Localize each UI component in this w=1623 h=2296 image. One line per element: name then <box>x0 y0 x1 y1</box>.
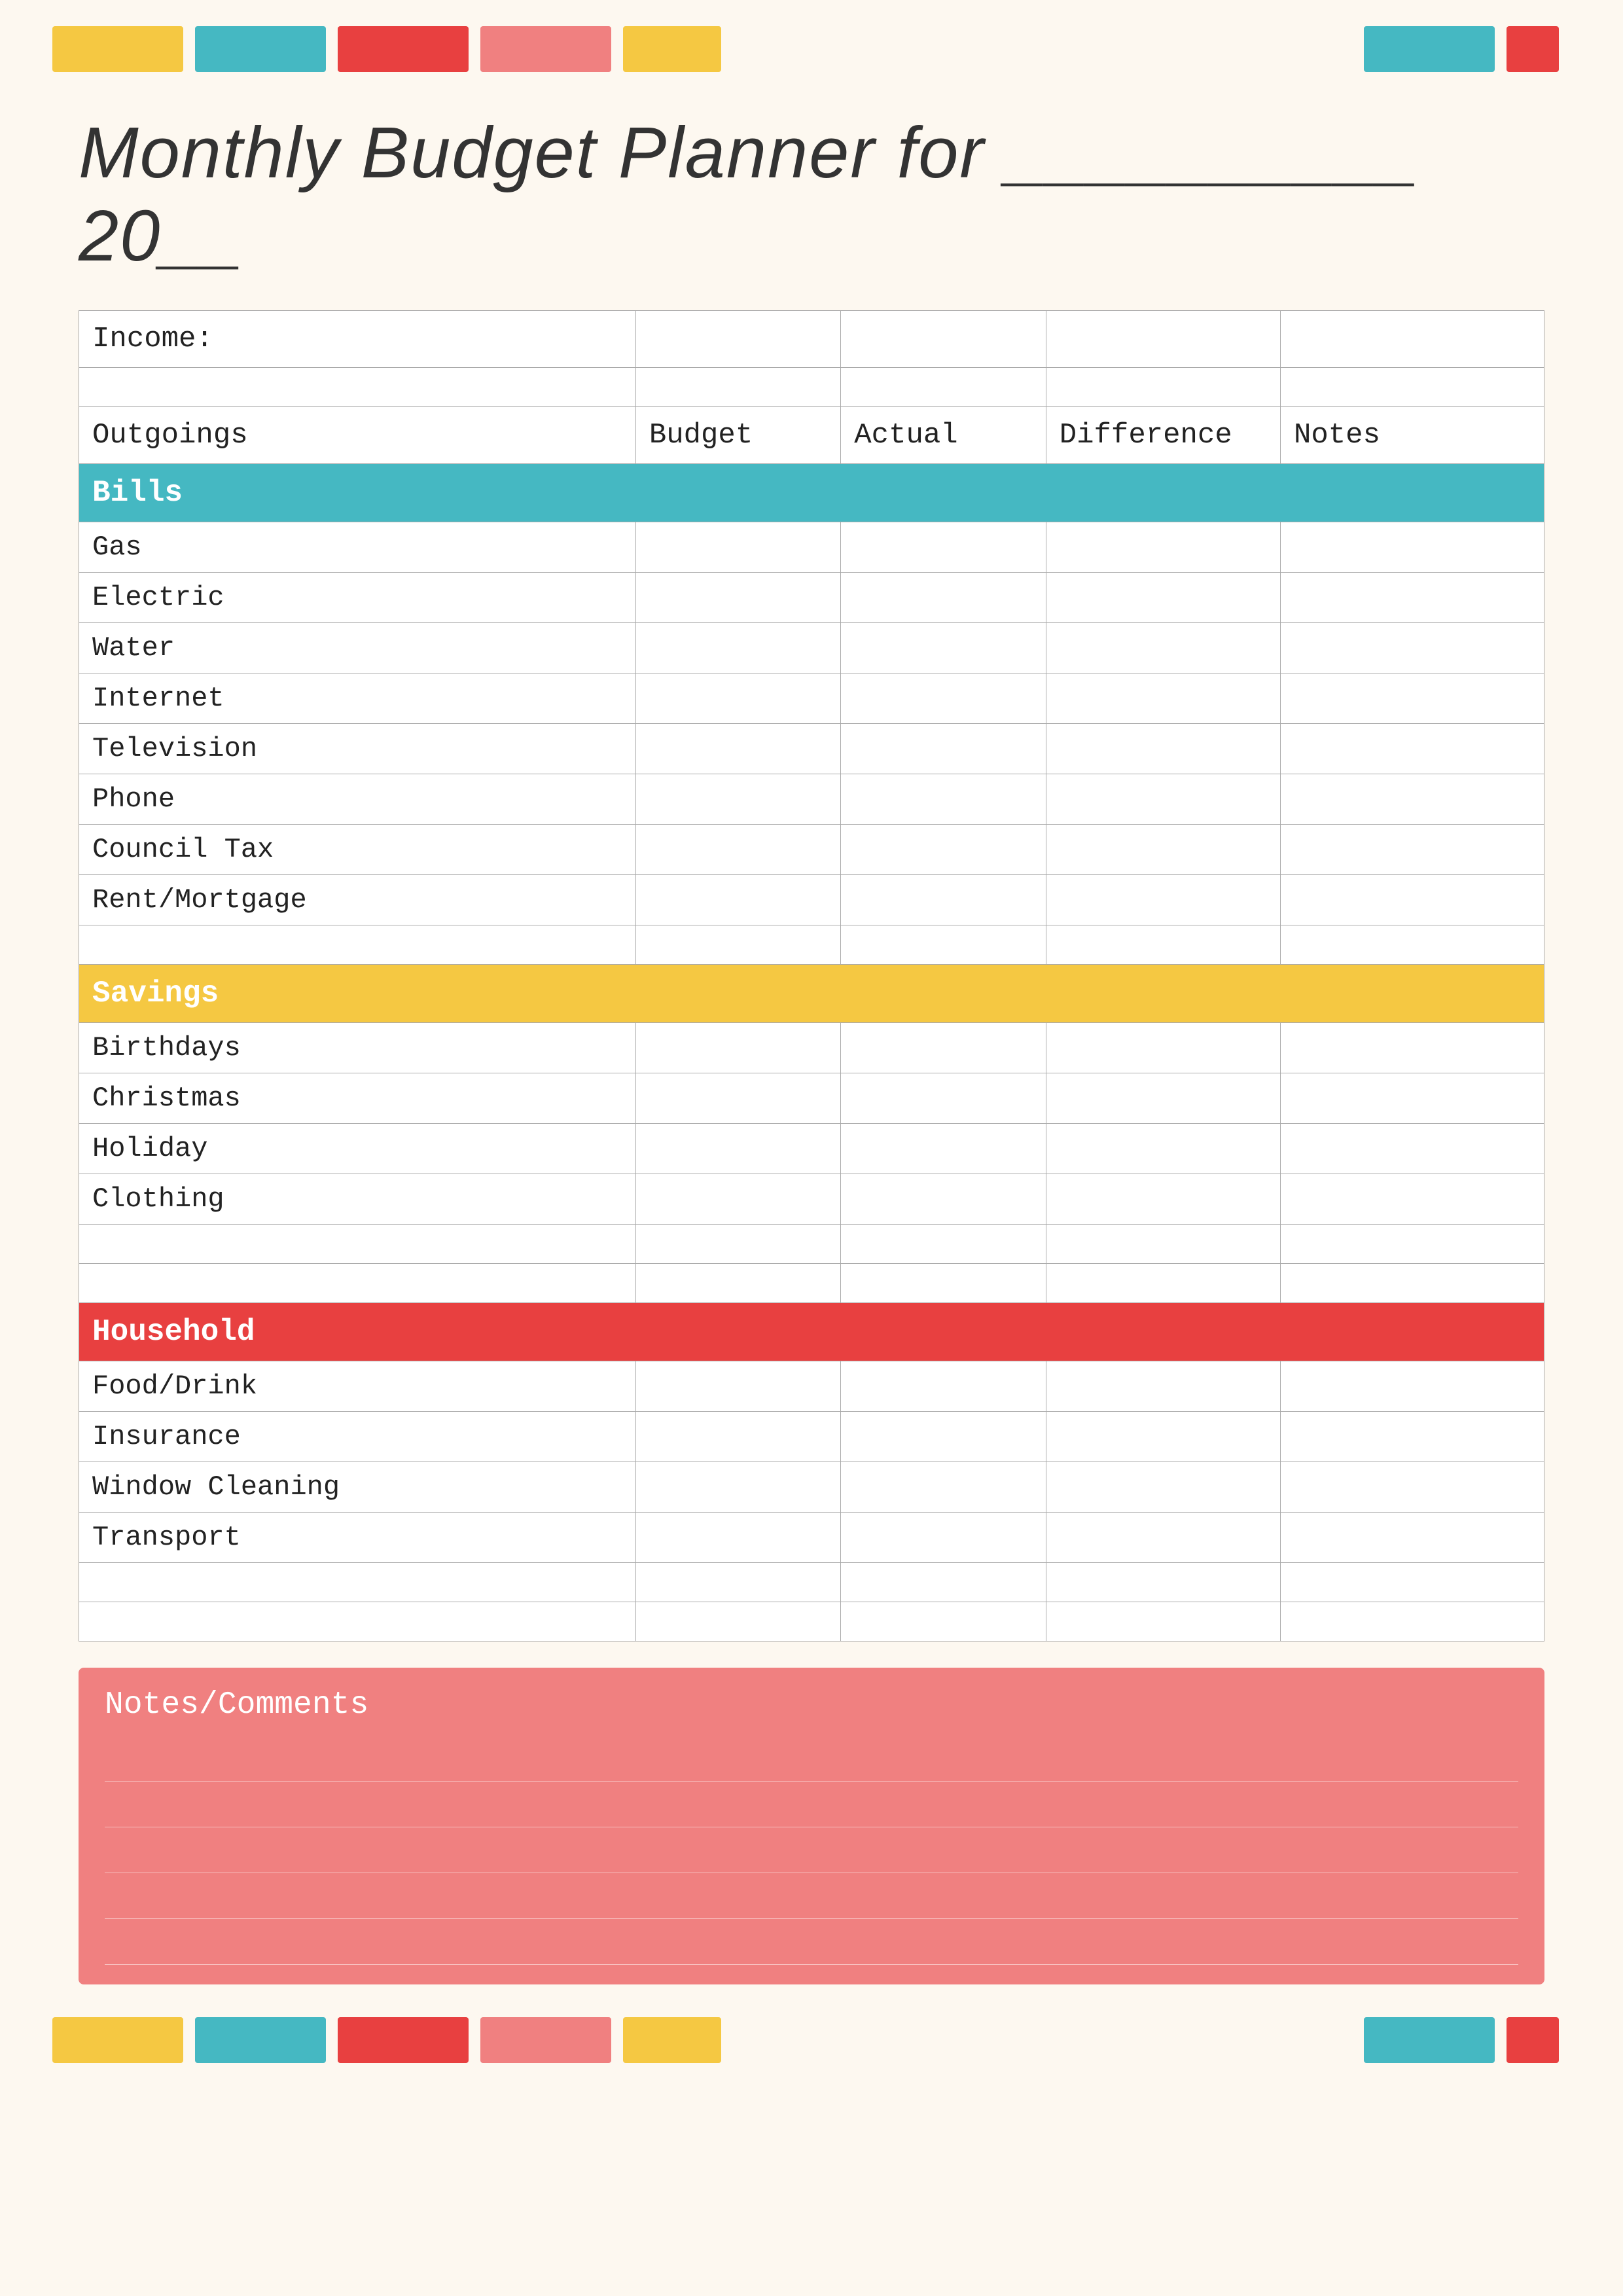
bottom-bar-yellow <box>52 2017 183 2063</box>
category-bills: Bills <box>79 464 1544 522</box>
col-outgoings: Outgoings <box>79 407 636 464</box>
row-clothing: Clothing <box>79 1174 1544 1225</box>
gas-actual <box>841 522 1046 573</box>
notes-line-4 <box>105 1873 1518 1919</box>
blank-row-5 <box>79 1563 1544 1602</box>
col-difference: Difference <box>1046 407 1280 464</box>
income-label: Income: <box>79 311 636 368</box>
blank-row-3 <box>79 1225 1544 1264</box>
row-electric: Electric <box>79 573 1544 623</box>
savings-label: Savings <box>79 965 1544 1023</box>
label-internet: Internet <box>79 673 636 724</box>
col-actual: Actual <box>841 407 1046 464</box>
income-actual <box>841 311 1046 368</box>
label-television: Television <box>79 724 636 774</box>
row-television: Television <box>79 724 1544 774</box>
label-rent-mortgage: Rent/Mortgage <box>79 875 636 925</box>
gas-notes <box>1280 522 1544 573</box>
row-transport: Transport <box>79 1513 1544 1563</box>
top-bar-red <box>338 26 469 72</box>
top-decorative-bars <box>0 0 1623 72</box>
top-bar-yellow <box>52 26 183 72</box>
label-birthdays: Birthdays <box>79 1023 636 1073</box>
label-clothing: Clothing <box>79 1174 636 1225</box>
bottom-bar-teal2 <box>1364 2017 1495 2063</box>
row-rent-mortgage: Rent/Mortgage <box>79 875 1544 925</box>
notes-line-5 <box>105 1919 1518 1965</box>
top-bar-pink <box>480 26 611 72</box>
blank-row-4 <box>79 1264 1544 1303</box>
label-holiday: Holiday <box>79 1124 636 1174</box>
household-label: Household <box>79 1303 1544 1361</box>
notes-line-1 <box>105 1736 1518 1782</box>
income-budget <box>635 311 840 368</box>
label-phone: Phone <box>79 774 636 825</box>
row-birthdays: Birthdays <box>79 1023 1544 1073</box>
income-diff <box>1046 311 1280 368</box>
bills-label: Bills <box>79 464 1544 522</box>
row-phone: Phone <box>79 774 1544 825</box>
main-content: Income: Outgoings Budget Actual Differen… <box>0 310 1623 1984</box>
label-transport: Transport <box>79 1513 636 1563</box>
bottom-decorative-bars <box>0 1984 1623 2089</box>
income-row: Income: <box>79 311 1544 368</box>
label-electric: Electric <box>79 573 636 623</box>
label-window-cleaning: Window Cleaning <box>79 1462 636 1513</box>
top-bar-red2 <box>1507 26 1559 72</box>
col-budget: Budget <box>635 407 840 464</box>
notes-line-2 <box>105 1782 1518 1827</box>
notes-section: Notes/Comments <box>79 1668 1544 1984</box>
row-water: Water <box>79 623 1544 673</box>
top-bar-teal <box>195 26 326 72</box>
notes-line-3 <box>105 1827 1518 1873</box>
label-council-tax: Council Tax <box>79 825 636 875</box>
label-insurance: Insurance <box>79 1412 636 1462</box>
bottom-bar-teal <box>195 2017 326 2063</box>
page-title: Monthly Budget Planner for __________ 20… <box>79 111 1544 278</box>
label-food-drink: Food/Drink <box>79 1361 636 1412</box>
row-window-cleaning: Window Cleaning <box>79 1462 1544 1513</box>
bottom-bar-red2 <box>1507 2017 1559 2063</box>
blank-row-1 <box>79 368 1544 407</box>
bottom-bar-red <box>338 2017 469 2063</box>
row-insurance: Insurance <box>79 1412 1544 1462</box>
label-gas: Gas <box>79 522 636 573</box>
label-water: Water <box>79 623 636 673</box>
top-bar-yellow2 <box>623 26 721 72</box>
row-council-tax: Council Tax <box>79 825 1544 875</box>
row-food-drink: Food/Drink <box>79 1361 1544 1412</box>
blank-row-2 <box>79 925 1544 965</box>
row-holiday: Holiday <box>79 1124 1544 1174</box>
budget-table: Income: Outgoings Budget Actual Differen… <box>79 310 1544 1641</box>
bottom-bar-yellow2 <box>623 2017 721 2063</box>
top-bar-teal2 <box>1364 26 1495 72</box>
row-gas: Gas <box>79 522 1544 573</box>
gas-diff <box>1046 522 1280 573</box>
notes-title: Notes/Comments <box>105 1687 1518 1723</box>
gas-budget <box>635 522 840 573</box>
label-christmas: Christmas <box>79 1073 636 1124</box>
col-notes: Notes <box>1280 407 1544 464</box>
income-notes <box>1280 311 1544 368</box>
bottom-bar-pink <box>480 2017 611 2063</box>
category-household: Household <box>79 1303 1544 1361</box>
notes-lines <box>105 1736 1518 1965</box>
row-christmas: Christmas <box>79 1073 1544 1124</box>
row-internet: Internet <box>79 673 1544 724</box>
category-savings: Savings <box>79 965 1544 1023</box>
column-headers: Outgoings Budget Actual Difference Notes <box>79 407 1544 464</box>
title-section: Monthly Budget Planner for __________ 20… <box>0 72 1623 310</box>
blank-row-6 <box>79 1602 1544 1641</box>
